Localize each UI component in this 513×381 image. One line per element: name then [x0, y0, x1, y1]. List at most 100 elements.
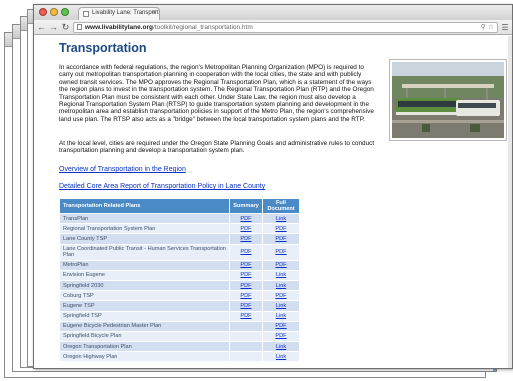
screenshot-root: Livability Lane: Transport × ← → ↻ www.l…	[0, 0, 513, 381]
summary-pdf-link[interactable]: PDF	[240, 236, 251, 242]
summary-cell	[229, 341, 263, 353]
full-document-link[interactable]: Link	[276, 344, 286, 350]
full-document-link[interactable]: PDF	[275, 226, 286, 232]
full-cell: Link	[262, 341, 300, 353]
summary-cell	[229, 351, 263, 363]
plan-name-cell: Coburg TSP	[58, 290, 231, 302]
summary-cell: PDF	[229, 259, 263, 271]
table-row: Regional Transportation System Plan PDF PD…	[58, 223, 300, 235]
page-favicon-icon	[83, 11, 89, 17]
transportation-plans-table: Transportation Related Plans Summary Ful…	[58, 198, 300, 363]
table-row: Springfield TSP PDF Link	[58, 310, 300, 322]
plan-name-cell: Regional Transportation System Plan	[58, 223, 231, 235]
summary-cell	[229, 320, 263, 332]
table-row: MetroPlan PDF PDF	[58, 259, 300, 271]
full-cell: Link	[262, 300, 300, 312]
url-host: www.livabilitylane.org	[85, 23, 154, 31]
table-row: Oregon Transportation Plan Link	[58, 341, 300, 353]
reload-icon[interactable]: ↻	[61, 20, 70, 34]
summary-pdf-link[interactable]: PDF	[240, 272, 251, 278]
full-document-link[interactable]: PDF	[275, 236, 286, 242]
forward-arrow-icon[interactable]: →	[49, 20, 58, 34]
summary-pdf-link[interactable]: PDF	[240, 293, 251, 299]
minimize-window-button[interactable]	[50, 8, 58, 16]
plan-name-cell: Springfield 2030	[58, 279, 231, 292]
table-row: TransPlan PDF Link	[58, 212, 300, 225]
summary-cell: PDF	[229, 310, 263, 322]
page-icon	[77, 24, 82, 30]
header-summary: Summary	[229, 198, 263, 214]
full-document-link[interactable]: Link	[276, 313, 286, 319]
full-cell: PDF	[262, 233, 300, 245]
summary-pdf-link[interactable]: PDF	[240, 249, 251, 255]
summary-pdf-link[interactable]: PDF	[240, 283, 251, 289]
full-document-link[interactable]: PDF	[275, 262, 286, 268]
plan-name-cell: TransPlan	[58, 212, 231, 225]
overview-transportation-link[interactable]: Overview of Transportation in the Region	[59, 166, 186, 173]
zoom-star-icons[interactable]: ⚲ ☆	[481, 23, 494, 31]
full-cell: PDF	[262, 243, 300, 261]
tab-close-icon[interactable]: ×	[152, 9, 156, 16]
table-row: Springfield Bicycle Plan PDF	[58, 330, 300, 343]
table-row: Envision Eugene PDF Link	[58, 269, 300, 281]
full-cell: PDF	[262, 223, 300, 235]
table-row: Coburg TSP PDF PDF	[58, 290, 300, 302]
summary-cell	[229, 330, 263, 343]
scrollbar[interactable]	[508, 36, 512, 368]
plan-name-cell: Lane Coordinated Public Transit - Human …	[58, 243, 231, 261]
header-plans: Transportation Related Plans	[58, 198, 231, 214]
full-cell: Link	[262, 351, 300, 363]
transit-station-photo	[389, 59, 507, 141]
plan-name-cell: Oregon Transportation Plan	[58, 341, 231, 353]
menu-icon[interactable]: ☰	[501, 23, 509, 32]
summary-pdf-link[interactable]: PDF	[240, 313, 251, 319]
full-document-link[interactable]: PDF	[275, 293, 286, 299]
summary-cell: PDF	[229, 269, 263, 281]
table-row: Lane County TSP PDF PDF	[58, 233, 300, 245]
address-bar[interactable]: www.livabilitylane.org /toolkit/regional…	[73, 21, 498, 33]
summary-pdf-link[interactable]: PDF	[240, 216, 251, 222]
table-row: Eugene TSP PDF Link	[58, 300, 300, 312]
full-cell: PDF	[262, 259, 300, 271]
full-document-link[interactable]: Link	[276, 354, 286, 360]
full-cell: Link	[262, 212, 300, 225]
summary-cell: PDF	[229, 300, 263, 312]
table-row: Springfield 2030 PDF Link	[58, 279, 300, 292]
summary-cell: PDF	[229, 243, 263, 261]
full-cell: Link	[262, 269, 300, 281]
full-document-link[interactable]: PDF	[275, 333, 286, 339]
plan-name-cell: Springfield Bicycle Plan	[58, 330, 231, 343]
browser-window: Livability Lane: Transport × ← → ↻ www.l…	[33, 4, 513, 369]
full-document-link[interactable]: Link	[276, 283, 286, 289]
close-window-button[interactable]	[39, 8, 47, 16]
plan-name-cell: Envision Eugene	[58, 269, 231, 281]
full-cell: Link	[262, 310, 300, 322]
back-arrow-icon[interactable]: ←	[37, 20, 46, 34]
tab-title: Livability Lane: Transport	[92, 10, 159, 16]
plan-name-cell: Oregon Highway Plan	[58, 351, 231, 363]
zoom-window-button[interactable]	[61, 8, 69, 16]
summary-pdf-link[interactable]: PDF	[240, 262, 251, 268]
title-bar: Livability Lane: Transport ×	[34, 5, 512, 20]
browser-toolbar: ← → ↻ www.livabilitylane.org /toolkit/re…	[34, 20, 512, 35]
summary-pdf-link[interactable]: PDF	[240, 226, 251, 232]
detailed-core-area-report-link[interactable]: Detailed Core Area Report of Transportat…	[59, 183, 265, 190]
url-path: /toolkit/regional_transportation.htm	[153, 23, 253, 31]
transit-station-illustration	[392, 62, 504, 138]
browser-tab[interactable]: Livability Lane: Transport ×	[78, 7, 160, 20]
full-document-link[interactable]: Link	[276, 216, 286, 222]
full-document-link[interactable]: PDF	[275, 249, 286, 255]
full-document-link[interactable]: Link	[276, 303, 286, 309]
summary-cell: PDF	[229, 290, 263, 302]
summary-pdf-link[interactable]: PDF	[240, 303, 251, 309]
full-document-link[interactable]: Link	[276, 272, 286, 278]
summary-cell: PDF	[229, 233, 263, 245]
header-full-document: Full Document	[262, 198, 300, 214]
full-cell: PDF	[262, 320, 300, 332]
full-cell: PDF	[262, 330, 300, 343]
full-document-link[interactable]: PDF	[275, 323, 286, 329]
page-title: Transportation	[59, 41, 147, 55]
plan-name-cell: Lane County TSP	[58, 233, 231, 245]
full-cell: PDF	[262, 290, 300, 302]
local-planning-paragraph: At the local level, cities are required …	[59, 140, 375, 155]
